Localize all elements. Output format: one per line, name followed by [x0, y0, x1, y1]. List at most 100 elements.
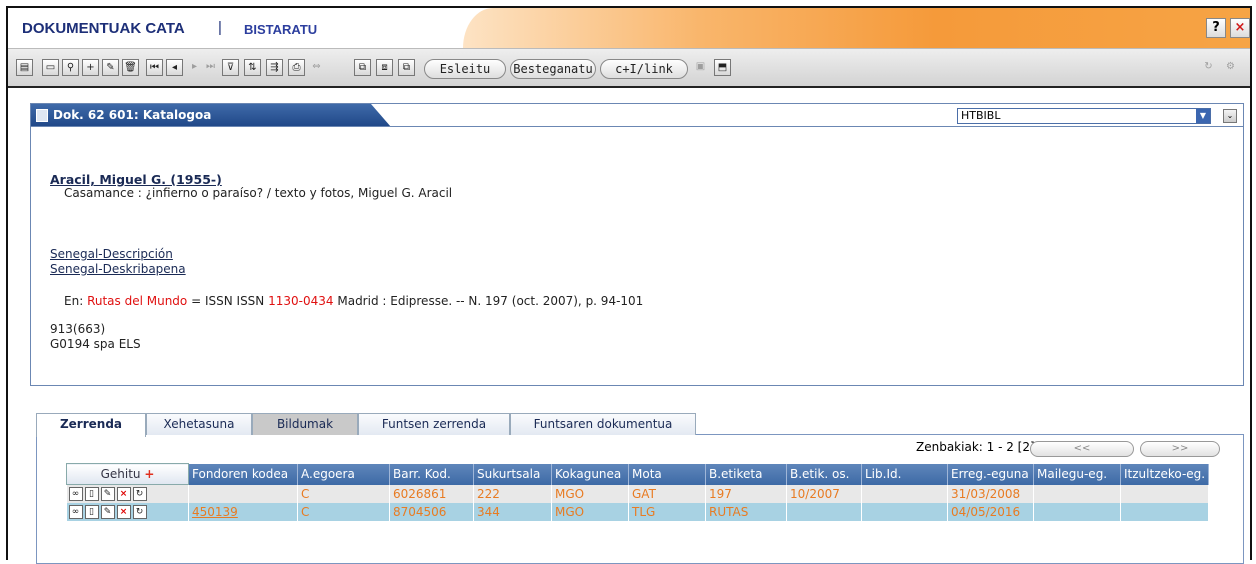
subject-link-1[interactable]: Senegal-Descripción	[50, 247, 173, 261]
prev-page-button[interactable]: <<	[1030, 441, 1134, 457]
settings-icon[interactable]: ⚙	[1222, 59, 1239, 76]
besteganatu-button[interactable]: Besteganatu	[510, 59, 596, 79]
subject-link-2[interactable]: Senegal-Deskribapena	[50, 262, 186, 276]
table-cell: 31/03/2008	[947, 484, 1034, 503]
author-link[interactable]: Aracil, Miguel G. (1955-)	[50, 172, 222, 187]
last-record-icon[interactable]: ⏭	[202, 59, 219, 76]
pager-label: Zenbakiak: 1 - 2 [2]	[916, 440, 1035, 454]
column-header[interactable]: Mota	[628, 463, 706, 485]
table-cell: 04/05/2016	[947, 503, 1034, 521]
tab-xehetasuna[interactable]: Xehetasuna	[146, 413, 252, 435]
link-button[interactable]: c+I/link	[600, 59, 688, 79]
tab-zerrenda[interactable]: Zerrenda	[36, 413, 146, 437]
view-format-select[interactable]: HTBIBL ▼	[957, 108, 1211, 124]
table-cell: TLG	[628, 503, 706, 521]
camera-icon[interactable]: ▣	[692, 59, 709, 76]
collapse-icon[interactable]: ⌄	[1223, 109, 1237, 123]
print-icon[interactable]: ⎙	[288, 59, 305, 76]
help-button[interactable]: ?	[1206, 18, 1226, 38]
close-button[interactable]: ×	[1230, 18, 1250, 38]
transfer-icon[interactable]: ↻	[132, 487, 147, 502]
link-icon[interactable]: ⇔	[308, 59, 325, 76]
table-cell: 10/2007	[786, 484, 862, 503]
table-cell	[1033, 484, 1121, 503]
column-header[interactable]: Mailegu-eg.	[1033, 463, 1121, 485]
table-row[interactable]: ∞ ▯ ✎ × ↻ 450139 C 8704506 344 MGO TLG RUTAS…	[66, 503, 1210, 521]
copy-icon[interactable]: ⧉	[354, 59, 371, 76]
catalog-panel: Dok. 62 601: Katalogoa HTBIBL ▼ ⌄ Aracil…	[30, 103, 1244, 386]
table-row[interactable]: ∞ ▯ ✎ × ↻ C 6026861 222 MGO GAT 197 10/2007 …	[66, 484, 1210, 503]
monitor-icon[interactable]: ▭	[42, 59, 59, 76]
paste-icon[interactable]: ⧈	[376, 59, 393, 76]
row-actions: ∞ ▯ ✎ × ↻	[66, 484, 189, 503]
table-header-row: Gehitu + Fondoren kodea A.egoera Barr. K…	[66, 463, 1210, 485]
sort-icon[interactable]: ⇅	[244, 59, 261, 76]
delete-icon[interactable]: 🗑	[122, 59, 139, 76]
column-header[interactable]: Itzultzeko-eg.	[1120, 463, 1210, 485]
esleitu-button[interactable]: Esleitu	[424, 59, 506, 79]
tab-bildumak[interactable]: Bildumak	[252, 413, 358, 435]
edit-icon[interactable]: ✎	[100, 487, 115, 502]
export-icon[interactable]: ⇶	[266, 59, 283, 76]
column-header[interactable]: Kokagunea	[551, 463, 629, 485]
record-code: G0194 spa ELS	[50, 337, 141, 351]
table-cell	[786, 503, 862, 521]
plus-icon: +	[144, 467, 155, 481]
table-cell	[1033, 503, 1121, 521]
header-separator: |	[218, 19, 222, 36]
table-cell	[188, 484, 298, 503]
transfer-icon[interactable]: ↻	[132, 505, 147, 520]
add-holding-button[interactable]: Gehitu +	[66, 463, 189, 485]
table-cell: 8704506	[389, 503, 474, 521]
table-cell: RUTAS	[705, 503, 787, 521]
document-icon[interactable]: ▯	[84, 505, 99, 520]
view-title: BISTARATU	[244, 22, 318, 37]
fund-code-link[interactable]: 450139	[188, 503, 298, 521]
column-header[interactable]: Barr. Kod.	[389, 463, 474, 485]
edit-icon[interactable]: ✎	[102, 59, 119, 76]
host-journal: Rutas del Mundo	[87, 294, 188, 308]
add-label: Gehitu	[100, 467, 141, 481]
column-header[interactable]: Fondoren kodea	[188, 463, 298, 485]
previous-record-icon[interactable]: ◂	[166, 59, 183, 76]
table-cell: MGO	[551, 503, 629, 521]
column-header[interactable]: Sukurtsala	[473, 463, 552, 485]
table-cell: GAT	[628, 484, 706, 503]
table-cell	[861, 484, 948, 503]
search-icon[interactable]: ⚲	[62, 59, 79, 76]
delete-icon[interactable]: ×	[116, 505, 131, 520]
table-cell	[1120, 484, 1210, 503]
import-icon[interactable]: ⬒	[714, 59, 731, 76]
tab-funtsen-zerrenda[interactable]: Funtsen zerrenda	[358, 413, 510, 435]
column-header[interactable]: Erreg.-eguna	[947, 463, 1034, 485]
host-issn-label: = ISSN ISSN	[191, 294, 265, 308]
tab-funtsaren-dokumentua[interactable]: Funtsaren dokumentua	[510, 413, 696, 435]
column-header[interactable]: A.egoera	[297, 463, 390, 485]
table-cell: 197	[705, 484, 787, 503]
view-icon[interactable]: ∞	[68, 505, 83, 520]
add-icon[interactable]: +	[82, 59, 99, 76]
column-header[interactable]: Lib.Id.	[861, 463, 948, 485]
refresh-icon[interactable]: ↻	[1200, 59, 1217, 76]
document-icon[interactable]: ▯	[84, 487, 99, 502]
table-cell: 222	[473, 484, 552, 503]
menu-icon[interactable]: ▤	[16, 59, 33, 76]
filter-icon[interactable]: ⊽	[222, 59, 239, 76]
document-icon	[36, 109, 48, 122]
first-record-icon[interactable]: ⏮	[146, 59, 163, 76]
column-header[interactable]: B.etik. os.	[786, 463, 862, 485]
delete-icon[interactable]: ×	[116, 487, 131, 502]
edit-icon[interactable]: ✎	[100, 505, 115, 520]
app-header: DOKUMENTUAK CATA | BISTARATU ? ×	[8, 8, 1250, 48]
next-page-button[interactable]: >>	[1140, 441, 1220, 457]
title-statement: Casamance : ¿infierno o paraíso? / texto…	[64, 186, 453, 200]
table-cell: MGO	[551, 484, 629, 503]
table-cell: C	[297, 484, 390, 503]
table-cell: 6026861	[389, 484, 474, 503]
column-header[interactable]: B.etiketa	[705, 463, 787, 485]
view-icon[interactable]: ∞	[68, 487, 83, 502]
next-record-icon[interactable]: ▸	[186, 59, 203, 76]
duplicate-icon[interactable]: ⧉	[398, 59, 415, 76]
app-title: DOKUMENTUAK CATA	[22, 20, 185, 37]
chevron-down-icon[interactable]: ▼	[1196, 109, 1210, 123]
